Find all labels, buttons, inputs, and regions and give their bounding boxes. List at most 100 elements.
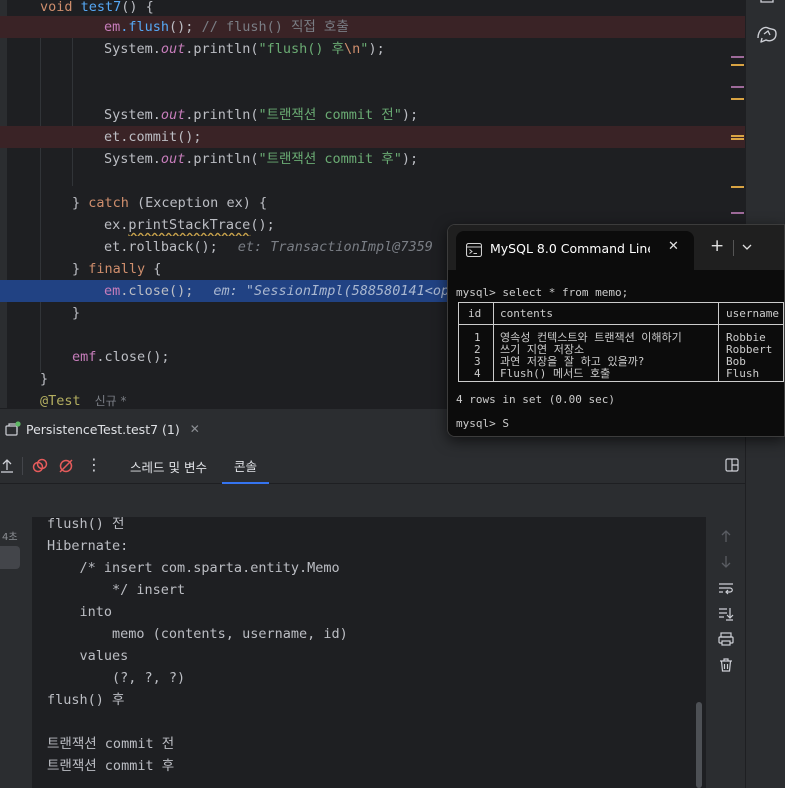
error-stripe-mark[interactable]	[731, 86, 744, 88]
scroll-to-end-icon[interactable]	[718, 607, 734, 621]
tab-console[interactable]: 콘솔	[222, 448, 270, 484]
debug-toolbar: ⋮ 스레드 및 변수 콘솔	[0, 448, 745, 484]
table-border	[718, 302, 719, 382]
code-line-breakpoint: em.flush(); // flush() 직접 호출	[0, 16, 745, 38]
run-tab[interactable]: PersistenceTest.test7 (1) ✕	[4, 417, 200, 441]
code-token: .println(	[185, 107, 259, 123]
code-token: );	[368, 41, 385, 57]
table-cell: Flush() 메서드 호출	[500, 367, 611, 380]
code-token: ();	[250, 217, 275, 233]
mute-breakpoints-icon[interactable]	[58, 458, 74, 474]
more-options-icon[interactable]: ⋮	[86, 456, 102, 474]
terminal-tab[interactable]: MySQL 8.0 Command Line Cli ✕	[456, 231, 694, 270]
error-stripe-mark[interactable]	[731, 138, 744, 140]
console-line: /* insert com.sparta.entity.Memo	[47, 560, 340, 576]
table-border	[458, 324, 784, 325]
table-header: contents	[500, 307, 553, 320]
table-header: id	[468, 307, 482, 320]
table-border	[458, 381, 784, 382]
code-token: finally	[88, 261, 146, 277]
notifications-icon[interactable]	[758, 0, 776, 8]
ai-assistant-icon[interactable]	[756, 24, 778, 44]
terminal-body[interactable]: mysql> select * from memo; id contents u…	[448, 270, 784, 436]
code-token: em	[104, 19, 121, 35]
terminal-input-line[interactable]: mysql> S	[456, 418, 509, 430]
code-token: () {	[121, 0, 154, 15]
error-stripe-mark[interactable]	[731, 56, 744, 58]
terminal-current-input: S	[502, 417, 509, 430]
console-scrollbar[interactable]	[696, 702, 702, 788]
print-icon[interactable]	[718, 632, 734, 646]
error-stripe-mark[interactable]	[731, 212, 744, 214]
console-line: into	[47, 604, 113, 620]
terminal-icon	[466, 243, 482, 257]
chevron-down-icon[interactable]	[742, 244, 752, 252]
soft-wrap-icon[interactable]	[718, 581, 734, 595]
layout-icon[interactable]	[725, 458, 739, 472]
new-tab-icon[interactable]: +	[710, 237, 724, 255]
code-string: \n	[344, 41, 361, 57]
code-token: (Exception ex) {	[128, 195, 268, 211]
code-token: System.	[104, 107, 161, 123]
code-token: .println(	[185, 151, 259, 167]
error-stripe-mark[interactable]	[731, 135, 744, 137]
code-token: System.	[104, 151, 161, 167]
close-icon[interactable]: ✕	[190, 422, 200, 436]
toolbar-separator	[22, 457, 23, 475]
code-token: );	[401, 107, 419, 123]
trash-icon[interactable]	[718, 657, 734, 673]
code-annotation: @Test	[40, 393, 81, 408]
code-line: System.out.println("트랜잭션 commit 후");	[0, 148, 745, 170]
console-panel: 4초 flush() 전 Hibernate: /* insert com.sp…	[0, 484, 745, 788]
code-line-breakpoint: et.commit();	[0, 126, 745, 148]
console-line: values	[47, 648, 129, 664]
export-icon[interactable]	[0, 458, 14, 474]
code-token: catch	[88, 195, 129, 211]
terminal-command-line: mysql> select * from memo;	[456, 287, 628, 299]
view-breakpoints-icon[interactable]	[32, 458, 48, 474]
mysql-terminal-window[interactable]: MySQL 8.0 Command Line Cli ✕ + mysql> se…	[447, 224, 785, 437]
close-icon[interactable]: ✕	[668, 239, 679, 254]
code-token: }	[40, 371, 49, 387]
usage-hint[interactable]: 신규 *	[95, 394, 127, 408]
code-warning-token[interactable]: printStackTrace	[128, 217, 250, 233]
table-border	[458, 302, 459, 382]
tab-label: 콘솔	[234, 458, 258, 474]
code-token: }	[72, 305, 81, 321]
code-string: "트랜잭션 commit 전"	[258, 107, 402, 123]
test-duration: 4초	[2, 532, 18, 543]
code-comment: // flush() 직접 호출	[201, 19, 349, 35]
code-token: }	[72, 195, 89, 211]
tree-selected-row[interactable]	[0, 546, 20, 569]
terminal-summary: 4 rows in set (0.00 sec)	[456, 393, 615, 406]
code-token: et.commit();	[104, 129, 202, 145]
code-token: .flush	[120, 19, 170, 35]
code-token: out	[160, 107, 186, 123]
console-line: Hibernate:	[47, 538, 129, 554]
code-token: .close();	[120, 283, 194, 299]
console-line: memo (contents, username, id)	[47, 626, 348, 642]
code-token: out	[160, 41, 186, 57]
arrow-down-icon[interactable]	[719, 555, 733, 569]
table-border	[458, 302, 784, 303]
table-border	[493, 302, 494, 382]
console-line: 트랜잭션 commit 후	[47, 758, 175, 774]
code-token: );	[401, 151, 419, 167]
table-header: username	[726, 307, 779, 320]
code-token: em	[104, 283, 121, 299]
table-border	[783, 302, 784, 382]
error-stripe-mark[interactable]	[731, 186, 744, 188]
code-token: ex.	[104, 217, 129, 233]
table-cell: 4	[474, 367, 481, 380]
terminal-titlebar[interactable]: MySQL 8.0 Command Line Cli ✕ +	[448, 225, 784, 270]
test-tree-panel[interactable]: 4초	[0, 484, 32, 788]
tab-threads-variables[interactable]: 스레드 및 변수	[120, 448, 217, 484]
error-stripe-mark[interactable]	[731, 64, 744, 66]
debug-inline-value: em: "SessionImpl(588580141<ope	[213, 283, 458, 299]
console-output[interactable]: flush() 전 Hibernate: /* insert com.spart…	[32, 517, 706, 788]
code-token: {	[145, 261, 162, 277]
terminal-tab-title: MySQL 8.0 Command Line Cli	[490, 241, 650, 256]
code-token: System.	[104, 41, 161, 57]
error-stripe-mark[interactable]	[731, 98, 744, 100]
arrow-up-icon[interactable]	[719, 529, 733, 543]
